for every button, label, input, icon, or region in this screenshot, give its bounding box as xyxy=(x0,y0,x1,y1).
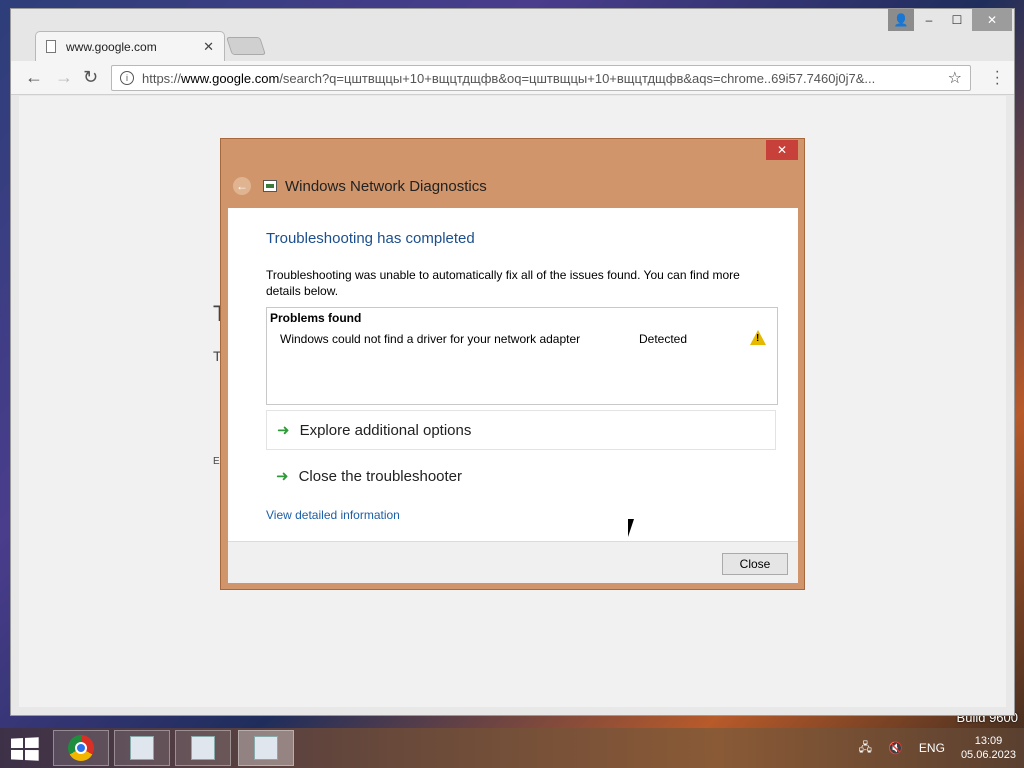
taskbar-files[interactable] xyxy=(175,730,231,766)
option-label: Explore additional options xyxy=(299,421,472,439)
completion-heading: Troubleshooting has completed xyxy=(266,230,475,247)
problems-panel: Problems found Windows could not find a … xyxy=(266,307,778,405)
system-tray: 🖧 🔇 ENG 13:09 05.06.2023 xyxy=(851,728,1024,768)
volume-muted-icon[interactable]: 🔇 xyxy=(888,741,903,755)
clock[interactable]: 13:09 05.06.2023 xyxy=(961,734,1016,762)
dialog-close-icon[interactable]: ✕ xyxy=(766,140,798,160)
bookmark-star-icon[interactable]: ☆ xyxy=(948,68,962,88)
reload-icon[interactable]: ↻ xyxy=(83,67,98,88)
close-button[interactable]: Close xyxy=(722,553,788,575)
browser-tab[interactable]: www.google.com ✕ xyxy=(35,31,225,61)
dialog-body: Troubleshooting has completed Troublesho… xyxy=(228,208,798,541)
dialog-header: ← Windows Network Diagnostics xyxy=(233,177,487,195)
warning-icon: ! xyxy=(750,330,766,345)
chrome-icon xyxy=(68,735,94,761)
dialog-title: Windows Network Diagnostics xyxy=(285,177,487,195)
taskbar-chrome[interactable] xyxy=(53,730,109,766)
tab-title: www.google.com xyxy=(66,39,157,54)
url-text[interactable]: https://www.google.com/search?q=цштвщцы+… xyxy=(142,71,948,86)
files-icon xyxy=(191,736,215,760)
diagnostics-icon xyxy=(254,736,278,760)
menu-icon[interactable]: · · · xyxy=(995,64,1000,92)
taskbar-network[interactable] xyxy=(114,730,170,766)
green-arrow-icon: ➜ xyxy=(277,422,290,439)
explore-options-button[interactable]: ➜ Explore additional options xyxy=(266,410,776,450)
minimize-button[interactable]: – xyxy=(916,9,942,31)
maximize-button[interactable]: ☐ xyxy=(944,9,970,31)
network-diagnostics-icon xyxy=(263,180,277,192)
completion-description: Troubleshooting was unable to automatica… xyxy=(266,268,740,298)
start-button[interactable] xyxy=(11,737,39,761)
language-indicator[interactable]: ENG xyxy=(919,741,945,755)
page-fragment: E xyxy=(213,456,220,467)
new-tab-button[interactable] xyxy=(226,37,266,55)
back-arrow-icon[interactable]: ← xyxy=(233,177,251,195)
taskbar-diagnostics[interactable] xyxy=(238,730,294,766)
back-icon[interactable]: ← xyxy=(25,67,43,88)
close-window-button[interactable]: ✕ xyxy=(972,9,1012,31)
user-icon[interactable]: 👤 xyxy=(888,9,914,31)
mouse-cursor-icon xyxy=(628,519,634,537)
network-diagnostics-dialog: ✕ ← Windows Network Diagnostics Troubles… xyxy=(220,138,805,590)
dialog-footer: Close xyxy=(228,541,798,583)
info-icon[interactable]: i xyxy=(120,71,134,85)
taskbar: 🖧 🔇 ENG 13:09 05.06.2023 xyxy=(0,728,1024,768)
clock-date: 05.06.2023 xyxy=(960,749,1016,761)
page-icon xyxy=(46,40,56,53)
tab-close-icon[interactable]: ✕ xyxy=(203,39,214,55)
problem-row[interactable]: Windows could not find a driver for your… xyxy=(280,330,766,348)
problem-status: Detected xyxy=(639,332,688,346)
address-bar[interactable]: i https://www.google.com/search?q=цштвщц… xyxy=(111,65,971,91)
option-label: Close the troubleshooter xyxy=(298,467,463,485)
clock-time: 13:09 xyxy=(974,735,1003,747)
window-controls: 👤 – ☐ ✕ xyxy=(888,9,1012,31)
network-icon xyxy=(130,736,154,760)
detailed-info-link[interactable]: View detailed information xyxy=(266,508,400,522)
problem-issue: Windows could not find a driver for your… xyxy=(280,332,581,346)
forward-icon[interactable]: → xyxy=(55,67,73,88)
problems-header: Problems found xyxy=(270,311,362,325)
close-troubleshooter-button[interactable]: ➜ Close the troubleshooter xyxy=(266,456,776,496)
tab-bar: www.google.com ✕ 👤 – ☐ ✕ xyxy=(11,9,1014,61)
toolbar: ← → ↻ i https://www.google.com/search?q=… xyxy=(11,61,1014,95)
network-status-icon[interactable]: 🖧 xyxy=(859,738,872,759)
green-arrow-icon: ➜ xyxy=(276,468,289,485)
